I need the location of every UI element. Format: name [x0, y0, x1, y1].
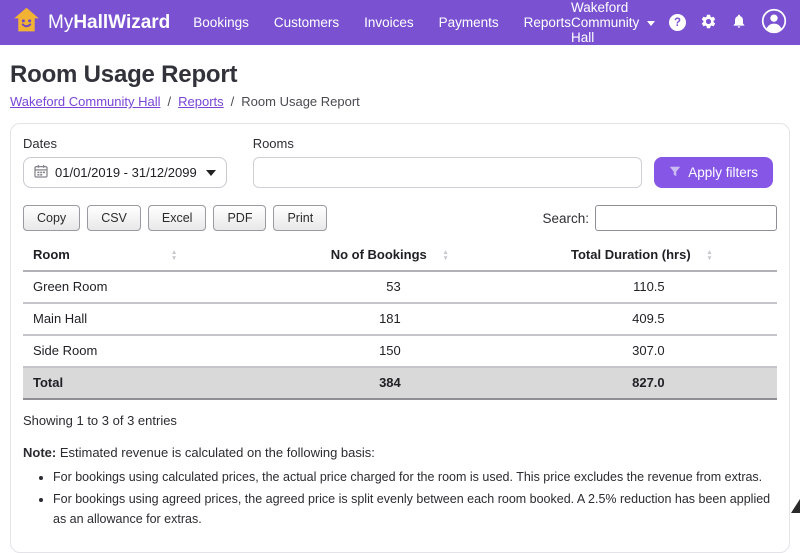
column-header-duration[interactable]: Total Duration (hrs) [453, 241, 717, 271]
settings-button[interactable] [700, 13, 717, 33]
total-duration-cell: 827.0 [632, 375, 665, 390]
sort-icon [171, 250, 177, 262]
csv-button[interactable]: CSV [87, 205, 141, 231]
note-text: Note: Estimated revenue is calculated on… [23, 445, 375, 460]
apply-filters-label: Apply filters [688, 165, 758, 180]
total-bookings-cell: 384 [379, 375, 401, 390]
rooms-filter-group: Rooms [252, 136, 643, 188]
room-usage-table: Room No of Bookings Total Duration (hrs) [23, 241, 777, 400]
notifications-button[interactable] [731, 13, 747, 32]
table-search: Search: [542, 205, 777, 231]
nav-item-bookings[interactable]: Bookings [193, 15, 249, 30]
account-menu-button[interactable] [761, 8, 787, 37]
breadcrumb-current: Room Usage Report [241, 94, 360, 109]
table-total-row: Total 384 827.0 [23, 367, 777, 399]
search-label: Search: [542, 210, 589, 226]
breadcrumb-link-venue[interactable]: Wakeford Community Hall [10, 94, 161, 109]
apply-filters-button[interactable]: Apply filters [654, 157, 773, 188]
brand-name: MyHallWizard [48, 11, 171, 33]
calendar-icon [34, 164, 48, 181]
total-label-cell: Total [33, 375, 64, 390]
copy-button[interactable]: Copy [23, 205, 81, 231]
nav-item-customers[interactable]: Customers [274, 15, 339, 30]
table-row: Side Room 150 307.0 [23, 335, 777, 367]
room-name-cell: Side Room [33, 343, 98, 358]
house-logo-icon [13, 6, 40, 39]
search-input[interactable] [595, 205, 777, 231]
filter-funnel-icon [669, 165, 681, 180]
table-toolbar: Copy CSV Excel PDF Print Search: [23, 205, 777, 231]
breadcrumb-separator: / [230, 94, 235, 109]
table-row: Green Room 53 110.5 [23, 271, 777, 303]
note-bullet: For bookings using calculated prices, th… [53, 468, 777, 487]
nav-item-reports[interactable]: Reports [524, 15, 571, 30]
venue-switcher[interactable]: Wakeford Community Hall [571, 0, 655, 45]
print-button[interactable]: Print [273, 205, 328, 231]
column-header-room[interactable]: Room [23, 241, 181, 271]
table-header-row: Room No of Bookings Total Duration (hrs) [23, 241, 777, 271]
bookings-cell: 53 [386, 279, 401, 294]
nav-item-invoices[interactable]: Invoices [364, 15, 414, 30]
chevron-down-icon [205, 169, 216, 176]
report-card: Dates 01/01/2019 - 31/12/2099 Rooms Appl… [10, 123, 790, 553]
avatar-icon [761, 8, 787, 37]
dates-filter-group: Dates 01/01/2019 - 31/12/2099 [23, 136, 227, 188]
breadcrumb-link-reports[interactable]: Reports [178, 94, 224, 109]
top-navbar: MyHallWizard Bookings Customers Invoices… [0, 0, 800, 45]
primary-nav: Bookings Customers Invoices Payments Rep… [193, 15, 571, 30]
table-entries-info: Showing 1 to 3 of 3 entries [23, 413, 177, 428]
filters-row: Dates 01/01/2019 - 31/12/2099 Rooms Appl… [23, 136, 777, 188]
main-content: Room Usage Report Wakeford Community Hal… [0, 61, 800, 553]
rooms-label: Rooms [252, 136, 294, 151]
pdf-button[interactable]: PDF [213, 205, 267, 231]
dates-label: Dates [23, 136, 57, 151]
column-header-bookings[interactable]: No of Bookings [181, 241, 452, 271]
room-name-cell: Green Room [33, 279, 108, 294]
duration-cell: 409.5 [632, 311, 665, 326]
date-range-value: 01/01/2019 - 31/12/2099 [55, 165, 197, 180]
topbar-right: Wakeford Community Hall ? [571, 0, 787, 45]
bookings-cell: 181 [379, 311, 401, 326]
help-icon: ? [669, 14, 686, 31]
sort-icon [706, 250, 712, 262]
venue-name: Wakeford Community Hall [570, 0, 640, 45]
table-row: Main Hall 181 409.5 [23, 303, 777, 335]
sort-icon [442, 250, 448, 262]
nav-item-payments[interactable]: Payments [439, 15, 499, 30]
breadcrumb-separator: / [167, 94, 172, 109]
room-name-cell: Main Hall [33, 311, 88, 326]
gear-icon [700, 13, 717, 33]
note-bullet-list: For bookings using calculated prices, th… [23, 468, 777, 529]
column-header-spacer [717, 241, 777, 271]
bookings-cell: 150 [379, 343, 401, 358]
duration-cell: 307.0 [632, 343, 665, 358]
bell-icon [731, 13, 747, 32]
rooms-input[interactable] [252, 157, 643, 188]
help-button[interactable]: ? [669, 14, 686, 31]
brand-logo[interactable]: MyHallWizard [13, 6, 170, 39]
chevron-down-icon [647, 21, 655, 26]
note-bullet: For bookings using agreed prices, the ag… [53, 490, 777, 529]
duration-cell: 110.5 [633, 279, 665, 294]
excel-button[interactable]: Excel [147, 205, 207, 231]
mouse-cursor [791, 499, 800, 513]
note-label: Note: [23, 445, 57, 460]
page-title: Room Usage Report [10, 61, 238, 88]
date-range-picker[interactable]: 01/01/2019 - 31/12/2099 [23, 157, 227, 188]
breadcrumb: Wakeford Community Hall / Reports / Room… [10, 94, 790, 109]
